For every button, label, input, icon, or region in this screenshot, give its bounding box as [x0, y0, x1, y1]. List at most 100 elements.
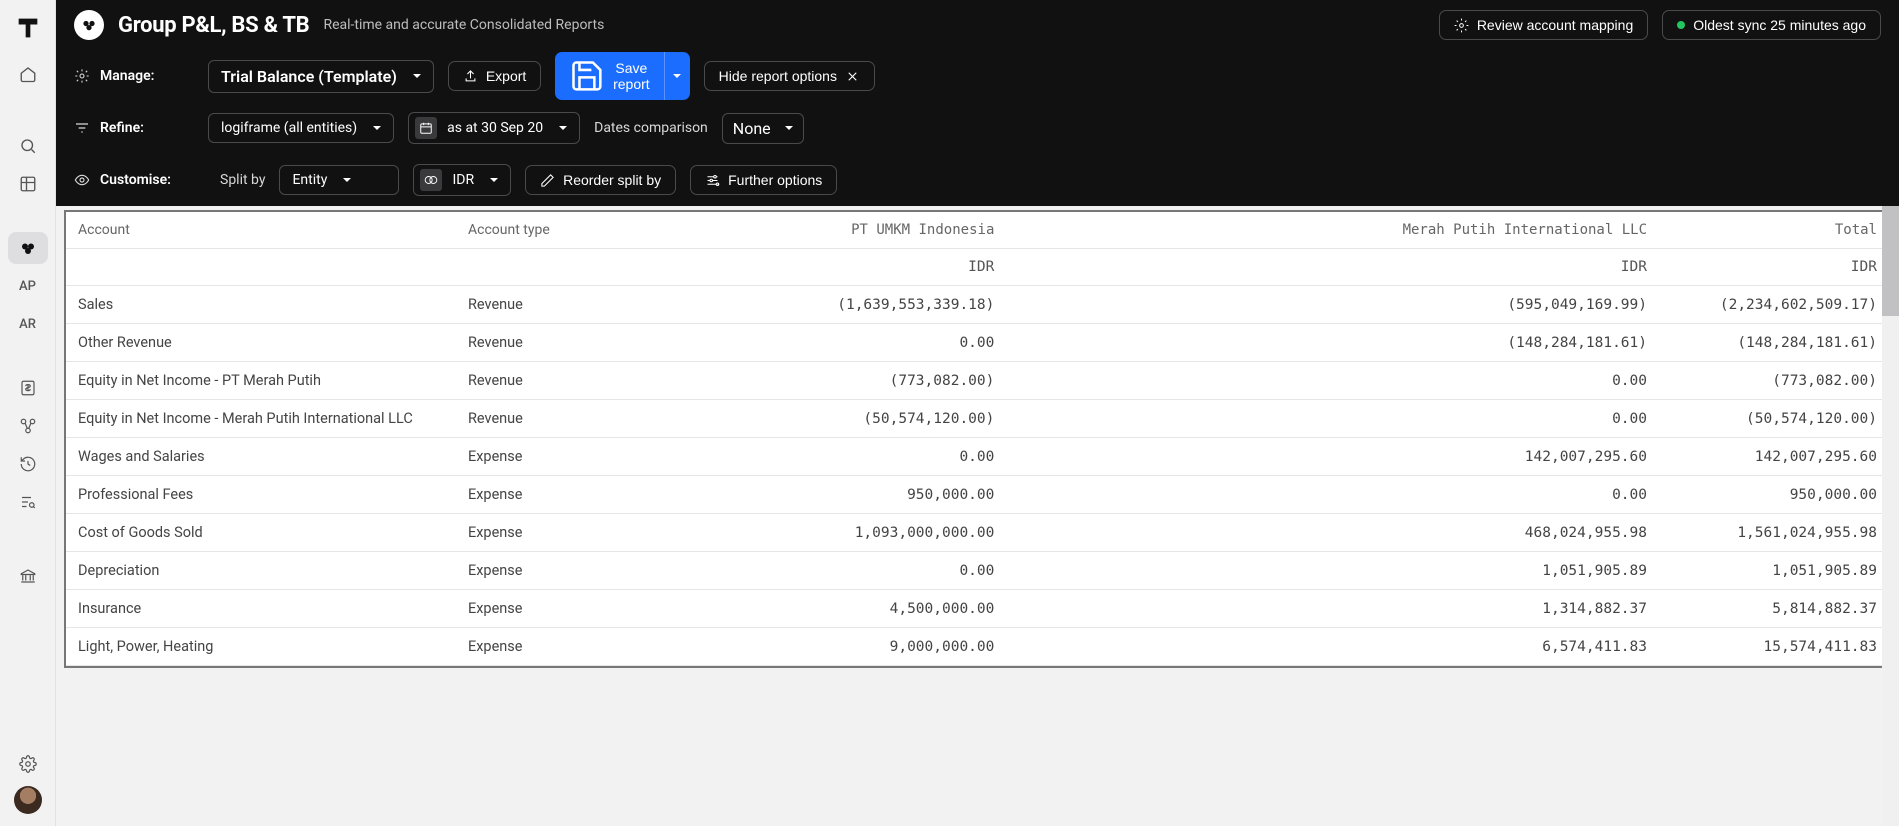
- table-row[interactable]: InsuranceExpense4,500,000.001,314,882.37…: [66, 590, 1889, 628]
- table-row[interactable]: Light, Power, HeatingExpense9,000,000.00…: [66, 628, 1889, 666]
- reorder-split-button[interactable]: Reorder split by: [525, 165, 676, 195]
- report-type-icon: [74, 10, 104, 40]
- dates-comparison-label: Dates comparison: [594, 120, 708, 136]
- sync-status[interactable]: Oldest sync 25 minutes ago: [1662, 10, 1881, 40]
- nav-ar[interactable]: AR: [8, 308, 48, 340]
- entity-scope-selector[interactable]: logiframe (all entities): [208, 113, 394, 143]
- table-row[interactable]: DepreciationExpense0.001,051,905.891,051…: [66, 552, 1889, 590]
- nav-settings[interactable]: [8, 748, 48, 780]
- cell-c2: (148,284,181.61): [1006, 324, 1659, 362]
- date-selector[interactable]: as at 30 Sep 20: [408, 112, 580, 144]
- cell-c1: (773,082.00): [566, 362, 1006, 400]
- th-total[interactable]: Total: [1659, 212, 1889, 249]
- th-entity-2[interactable]: Merah Putih International LLC: [1006, 212, 1659, 249]
- cell-total: 950,000.00: [1659, 476, 1889, 514]
- cell-type: Expense: [456, 590, 566, 628]
- filter-icon: [74, 120, 90, 136]
- reorder-label: Reorder split by: [563, 172, 661, 188]
- cell-type: Revenue: [456, 362, 566, 400]
- cell-c2: 1,314,882.37: [1006, 590, 1659, 628]
- cell-type: Expense: [456, 476, 566, 514]
- further-label: Further options: [728, 172, 822, 188]
- nav-list-search[interactable]: [8, 486, 48, 518]
- save-label: Save report: [613, 60, 650, 92]
- cell-total: (2,234,602,509.17): [1659, 286, 1889, 324]
- cell-account: Depreciation: [66, 552, 456, 590]
- table-row[interactable]: Equity in Net Income - Merah Putih Inter…: [66, 400, 1889, 438]
- cell-c1: 1,093,000,000.00: [566, 514, 1006, 552]
- cell-c2: 0.00: [1006, 476, 1659, 514]
- calendar-icon: [415, 117, 437, 139]
- table-row[interactable]: Professional FeesExpense950,000.000.0095…: [66, 476, 1889, 514]
- table-row[interactable]: SalesRevenue(1,639,553,339.18)(595,049,1…: [66, 286, 1889, 324]
- cell-account: Insurance: [66, 590, 456, 628]
- cell-c2: 142,007,295.60: [1006, 438, 1659, 476]
- further-options-button[interactable]: Further options: [690, 165, 837, 195]
- cell-c1: 0.00: [566, 438, 1006, 476]
- cell-total: 1,561,024,955.98: [1659, 514, 1889, 552]
- close-icon: [845, 69, 860, 84]
- cell-c1: 9,000,000.00: [566, 628, 1006, 666]
- split-by-selector[interactable]: Entity: [279, 165, 399, 195]
- app-logo[interactable]: [14, 14, 42, 42]
- cell-c1: (50,574,120.00): [566, 400, 1006, 438]
- report-content: Account Account type PT UMKM Indonesia M…: [56, 206, 1899, 826]
- report-selector[interactable]: Trial Balance (Template): [208, 60, 434, 93]
- cell-c1: 0.00: [566, 552, 1006, 590]
- currency-total: IDR: [1659, 249, 1889, 286]
- table-row[interactable]: Equity in Net Income - PT Merah PutihRev…: [66, 362, 1889, 400]
- currency-icon: [420, 169, 442, 191]
- save-report-button[interactable]: Save report: [555, 52, 663, 100]
- cell-type: Expense: [456, 628, 566, 666]
- nav-bank[interactable]: [8, 560, 48, 592]
- cell-account: Light, Power, Heating: [66, 628, 456, 666]
- nav-consolidation[interactable]: [8, 232, 48, 264]
- cell-type: Expense: [456, 438, 566, 476]
- nav-home[interactable]: [8, 58, 48, 90]
- cell-total: 5,814,882.37: [1659, 590, 1889, 628]
- split-by-label: Split by: [220, 172, 265, 188]
- cell-total: (50,574,120.00): [1659, 400, 1889, 438]
- th-type[interactable]: Account type: [456, 212, 566, 249]
- save-icon: [569, 58, 605, 94]
- nav-ap[interactable]: AP: [8, 270, 48, 302]
- cell-c2: 468,024,955.98: [1006, 514, 1659, 552]
- table-row[interactable]: Other RevenueRevenue0.00(148,284,181.61)…: [66, 324, 1889, 362]
- cell-total: (148,284,181.61): [1659, 324, 1889, 362]
- cell-c1: (1,639,553,339.18): [566, 286, 1006, 324]
- cell-total: 1,051,905.89: [1659, 552, 1889, 590]
- cell-account: Other Revenue: [66, 324, 456, 362]
- hide-options-button[interactable]: Hide report options: [704, 61, 875, 91]
- currency-selector[interactable]: IDR: [413, 164, 511, 196]
- app-sidebar: AP AR: [0, 0, 56, 826]
- cell-total: 142,007,295.60: [1659, 438, 1889, 476]
- refine-label: Refine:: [74, 120, 194, 136]
- nav-graph[interactable]: [8, 410, 48, 442]
- dates-comparison-selector[interactable]: None: [722, 113, 804, 144]
- review-mapping-button[interactable]: Review account mapping: [1439, 10, 1648, 40]
- cell-c1: 0.00: [566, 324, 1006, 362]
- currency-col1: IDR: [566, 249, 1006, 286]
- save-dropdown[interactable]: [664, 52, 690, 100]
- nav-search[interactable]: [8, 130, 48, 162]
- sliders-icon: [705, 173, 720, 188]
- th-entity-1[interactable]: PT UMKM Indonesia: [566, 212, 1006, 249]
- cell-total: (773,082.00): [1659, 362, 1889, 400]
- export-button[interactable]: Export: [448, 61, 541, 91]
- nav-history[interactable]: [8, 448, 48, 480]
- table-row[interactable]: Wages and SalariesExpense0.00142,007,295…: [66, 438, 1889, 476]
- vertical-scrollbar[interactable]: [1882, 206, 1899, 826]
- table-row[interactable]: Cost of Goods SoldExpense1,093,000,000.0…: [66, 514, 1889, 552]
- cell-account: Equity in Net Income - PT Merah Putih: [66, 362, 456, 400]
- export-label: Export: [486, 68, 526, 84]
- cell-type: Expense: [456, 552, 566, 590]
- cell-account: Cost of Goods Sold: [66, 514, 456, 552]
- cell-type: Expense: [456, 514, 566, 552]
- th-account[interactable]: Account: [66, 212, 456, 249]
- nav-grid[interactable]: [8, 168, 48, 200]
- nav-billing[interactable]: [8, 372, 48, 404]
- cell-account: Wages and Salaries: [66, 438, 456, 476]
- export-icon: [463, 69, 478, 84]
- cell-c2: 6,574,411.83: [1006, 628, 1659, 666]
- user-avatar[interactable]: [14, 786, 42, 814]
